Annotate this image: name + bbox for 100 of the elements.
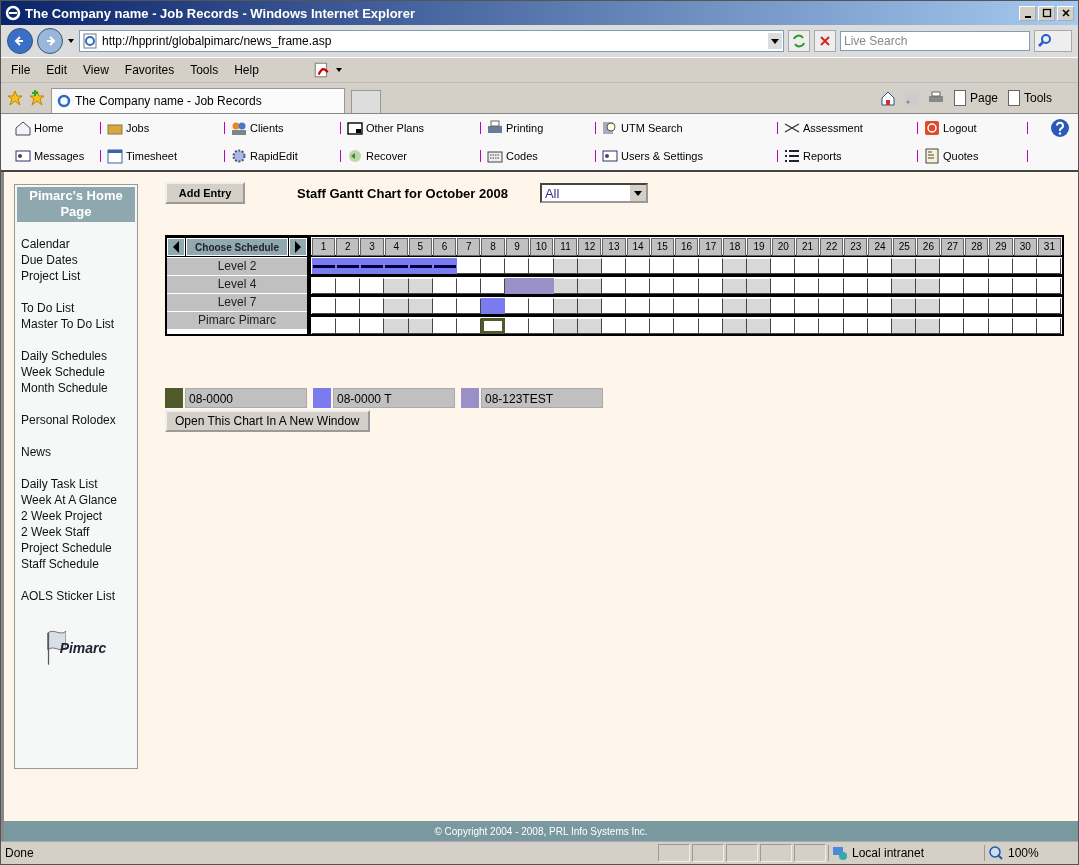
sidebar-title: Pimarc's Home Page — [17, 187, 135, 222]
command-button[interactable]: Tools — [1006, 90, 1052, 106]
sidebar-link[interactable]: Daily Schedules — [21, 348, 135, 364]
zoom-control[interactable]: 100% — [984, 845, 1074, 861]
nav-link[interactable]: Jobs — [107, 122, 225, 134]
status-pane — [760, 844, 792, 862]
search-button[interactable] — [1034, 30, 1072, 52]
previous-button[interactable] — [167, 238, 185, 256]
sidebar-link[interactable]: Due Dates — [21, 252, 135, 268]
star-icon[interactable] — [7, 90, 23, 106]
forward-button[interactable] — [37, 28, 63, 54]
search-icon — [1037, 33, 1053, 49]
sidebar-link[interactable]: To Do List — [21, 300, 135, 316]
back-button[interactable] — [7, 28, 33, 54]
nav-link[interactable]: Logout — [924, 122, 1028, 134]
nav-link[interactable]: Timesheet — [107, 150, 225, 162]
nav-link[interactable]: Reports — [784, 150, 918, 162]
add-star-icon[interactable] — [29, 90, 45, 106]
list-icon — [784, 148, 800, 164]
nav-link[interactable]: Recover — [347, 150, 481, 162]
nav-link[interactable]: Other Plans — [347, 122, 481, 134]
menu-item[interactable]: Help — [234, 63, 259, 77]
nav-link[interactable]: Users & Settings — [602, 150, 778, 162]
sidebar-link[interactable]: Week At A Glance — [21, 492, 135, 508]
window-icon — [347, 120, 363, 136]
help-icon[interactable] — [1050, 118, 1070, 138]
day-header: 24 — [868, 238, 892, 256]
calendar-icon — [107, 148, 123, 164]
browser-tab[interactable]: The Company name - Job Records — [51, 88, 345, 113]
command-button[interactable]: Page — [951, 90, 998, 106]
row-label: Pimarc Pimarc — [167, 312, 307, 329]
sidebar-link[interactable]: News — [21, 444, 135, 460]
nav-link[interactable]: Home — [15, 122, 101, 134]
sidebar-link[interactable]: Project List — [21, 268, 135, 284]
people-icon — [231, 120, 247, 136]
status-pane — [658, 844, 690, 862]
nav-link[interactable]: Quotes — [924, 150, 1028, 162]
maximize-button[interactable] — [1038, 5, 1055, 21]
nav-link[interactable]: UTM Search — [602, 122, 778, 134]
day-header: 17 — [699, 238, 723, 256]
contact-card-icon — [15, 148, 31, 164]
page-icon — [1006, 90, 1022, 106]
caret-icon[interactable] — [334, 66, 343, 74]
day-header: 10 — [529, 238, 553, 256]
dropdown-icon — [629, 185, 646, 201]
address-field[interactable]: http://hpprint/globalpimarc/news_frame.asp — [79, 30, 784, 52]
minimize-icon — [1024, 15, 1031, 18]
menu-item[interactable]: Edit — [46, 63, 68, 77]
sidebar-link[interactable]: 2 Week Staff — [21, 524, 135, 540]
sidebar-link[interactable]: Project Schedule — [21, 540, 135, 556]
contact-card-icon — [602, 148, 618, 164]
sidebar-link[interactable]: Week Schedule — [21, 364, 135, 380]
right-triangle-icon — [294, 241, 302, 253]
row-label: Level 4 — [167, 276, 307, 293]
stop-button[interactable] — [814, 30, 836, 52]
menu-item[interactable]: Tools — [190, 63, 219, 77]
sidebar-link[interactable]: Daily Task List — [21, 476, 135, 492]
open-window-button[interactable]: Open This Chart In A New Window — [165, 410, 370, 432]
keyboard-icon — [487, 148, 503, 164]
row-label: Level 2 — [167, 258, 307, 275]
nav-link[interactable]: Assessment — [784, 122, 918, 134]
menu-item[interactable]: File — [11, 63, 31, 77]
menu-item[interactable]: Favorites — [124, 63, 175, 77]
close-icon — [1060, 8, 1071, 18]
sidebar-link[interactable]: Month Schedule — [21, 380, 135, 396]
home-icon[interactable] — [879, 90, 896, 106]
sidebar-link[interactable]: 2 Week Project — [21, 508, 135, 524]
sidebar-link[interactable]: Master To Do List — [21, 316, 135, 332]
sidebar-link[interactable]: Staff Schedule — [21, 556, 135, 572]
day-header: 1 — [312, 238, 336, 256]
day-header: 8 — [481, 238, 505, 256]
add-entry-button[interactable]: Add Entry — [165, 182, 245, 204]
next-button[interactable] — [289, 238, 307, 256]
search-field[interactable]: Live Search — [840, 31, 1030, 51]
day-header: 6 — [432, 238, 457, 256]
close-button[interactable] — [1057, 5, 1074, 21]
magnifier-icon — [988, 845, 1004, 861]
sidebar-link[interactable]: AOLS Sticker List — [21, 588, 135, 604]
minimize-button[interactable] — [1019, 5, 1036, 21]
nav-link[interactable]: Codes — [487, 150, 596, 162]
caret-icon[interactable] — [67, 37, 75, 45]
choose-schedule-label[interactable]: Choose Schedule — [186, 238, 288, 256]
sidebar-link[interactable]: Calendar — [21, 236, 135, 252]
nav-link[interactable]: Clients — [231, 122, 341, 134]
filter-dropdown[interactable]: All — [539, 183, 648, 203]
house-icon — [15, 120, 31, 136]
legend-label: 08-123TEST — [481, 388, 603, 408]
pdf-icon[interactable] — [312, 61, 331, 79]
menu-item[interactable]: View — [83, 63, 109, 77]
dropdown-icon[interactable] — [768, 33, 782, 49]
nav-link[interactable]: RapidEdit — [231, 150, 341, 162]
magnifier-icon — [602, 120, 618, 136]
sidebar-link[interactable]: Personal Rolodex — [21, 412, 135, 428]
day-header: 27 — [941, 238, 965, 256]
left-triangle-icon — [172, 241, 180, 253]
day-header: 20 — [771, 238, 795, 256]
day-header: 7 — [457, 238, 481, 256]
nav-link[interactable]: Messages — [15, 150, 101, 162]
refresh-button[interactable] — [788, 30, 810, 52]
nav-link[interactable]: Printing — [487, 122, 596, 134]
